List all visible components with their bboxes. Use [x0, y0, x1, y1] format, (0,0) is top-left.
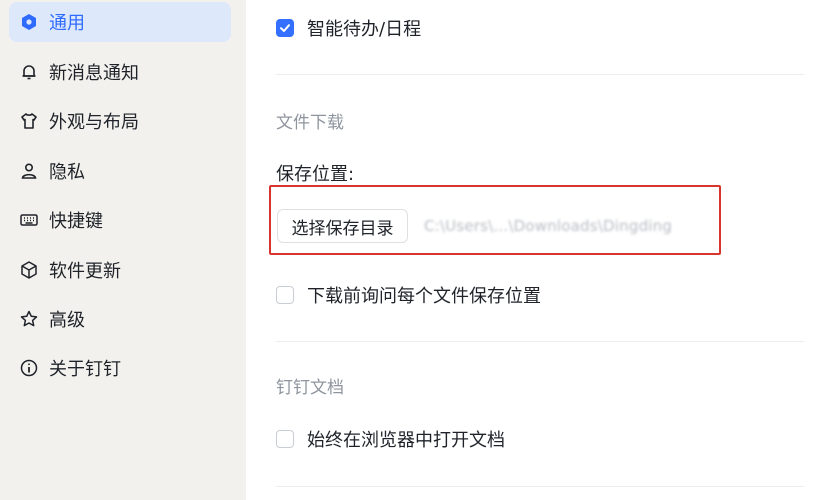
keyboard-icon — [19, 210, 39, 230]
sidebar-item-label: 关于钉钉 — [49, 359, 121, 380]
cube-icon — [19, 260, 39, 280]
smart-todo-label: 智能待办/日程 — [307, 19, 422, 40]
sidebar-item-shortcuts[interactable]: 快捷键 — [9, 200, 231, 240]
sidebar-item-label: 新消息通知 — [49, 63, 139, 84]
sidebar-item-label: 通用 — [49, 13, 85, 34]
ask-each-file-checkbox[interactable] — [276, 286, 294, 304]
smart-todo-option[interactable]: 智能待办/日程 — [276, 15, 421, 41]
sidebar-item-label: 隐私 — [49, 162, 85, 183]
sidebar-item-label: 软件更新 — [49, 261, 121, 282]
ask-each-file-label: 下载前询问每个文件保存位置 — [307, 286, 541, 307]
save-path-text: C:\Users\...\Downloads\Dingding — [424, 217, 673, 235]
docs-section-title: 钉钉文档 — [276, 378, 344, 398]
sidebar-item-general[interactable]: 通用 — [9, 2, 231, 42]
ask-each-file-option[interactable]: 下载前询问每个文件保存位置 — [276, 282, 541, 308]
divider — [276, 74, 804, 75]
save-location-label: 保存位置: — [276, 164, 355, 185]
divider — [276, 486, 804, 487]
divider — [276, 341, 804, 342]
sidebar-item-advanced[interactable]: 高级 — [9, 299, 231, 339]
open-in-browser-checkbox[interactable] — [276, 430, 294, 448]
sidebar-item-label: 快捷键 — [49, 211, 103, 232]
download-section-title: 文件下载 — [276, 113, 344, 133]
hexagon-icon — [19, 12, 39, 32]
info-icon — [19, 358, 39, 378]
sidebar-item-label: 外观与布局 — [49, 112, 139, 133]
tshirt-icon — [19, 111, 39, 131]
open-in-browser-label: 始终在浏览器中打开文档 — [307, 430, 505, 451]
sidebar-item-notifications[interactable]: 新消息通知 — [9, 52, 231, 92]
smart-todo-checkbox[interactable] — [276, 19, 294, 37]
settings-sidebar: 通用 新消息通知 外观与布局 隐私 快捷键 软件更新 高级 关于钉钉 — [0, 0, 246, 500]
sidebar-item-about[interactable]: 关于钉钉 — [9, 348, 231, 388]
choose-save-directory-button[interactable]: 选择保存目录 — [277, 209, 408, 243]
sidebar-item-privacy[interactable]: 隐私 — [9, 151, 231, 191]
star-icon — [19, 309, 39, 329]
sidebar-item-label: 高级 — [49, 310, 85, 331]
sidebar-item-updates[interactable]: 软件更新 — [9, 250, 231, 290]
open-in-browser-option[interactable]: 始终在浏览器中打开文档 — [276, 426, 505, 452]
bell-icon — [19, 62, 39, 82]
sidebar-item-appearance[interactable]: 外观与布局 — [9, 101, 231, 141]
person-icon — [19, 161, 39, 181]
